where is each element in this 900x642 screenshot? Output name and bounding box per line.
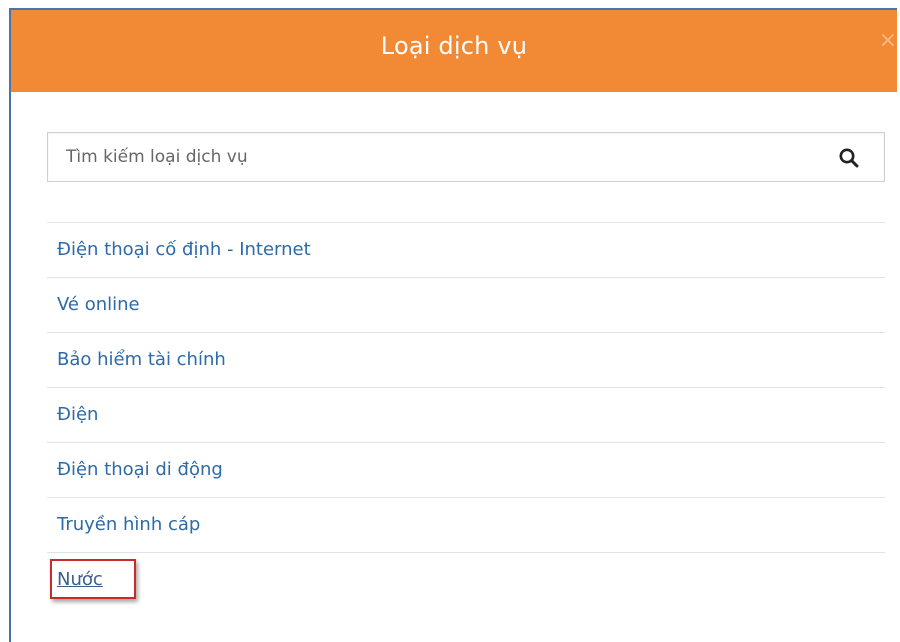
service-item[interactable]: Truyền hình cáp — [47, 498, 885, 553]
service-link-cable-tv[interactable]: Truyền hình cáp — [57, 514, 200, 535]
search-icon[interactable] — [838, 147, 860, 169]
service-list: Điện thoại cố định - Internet Vé online … — [47, 222, 885, 608]
service-link-landline-internet[interactable]: Điện thoại cố định - Internet — [57, 239, 311, 260]
service-item[interactable]: Bảo hiểm tài chính — [47, 333, 885, 388]
service-link-financial-insurance[interactable]: Bảo hiểm tài chính — [57, 349, 226, 370]
service-item[interactable]: Điện — [47, 388, 885, 443]
search-input[interactable] — [66, 133, 806, 181]
service-item[interactable]: Vé online — [47, 278, 885, 333]
service-item[interactable]: Điện thoại di động — [47, 443, 885, 498]
service-item[interactable]: Điện thoại cố định - Internet — [47, 223, 885, 278]
service-link-water[interactable]: Nước — [57, 569, 103, 590]
service-link-mobile-phone[interactable]: Điện thoại di động — [57, 459, 223, 480]
service-link-online-ticket[interactable]: Vé online — [57, 294, 140, 315]
service-item[interactable]: Nước — [47, 553, 885, 608]
dialog-header: Loại dịch vụ × — [11, 10, 897, 92]
search-box — [47, 132, 885, 182]
service-link-electricity[interactable]: Điện — [57, 404, 98, 425]
service-type-dialog: Loại dịch vụ × Điện thoại cố định - Inte… — [9, 8, 897, 642]
dialog-title: Loại dịch vụ — [380, 32, 528, 60]
close-button[interactable]: × — [879, 28, 897, 53]
